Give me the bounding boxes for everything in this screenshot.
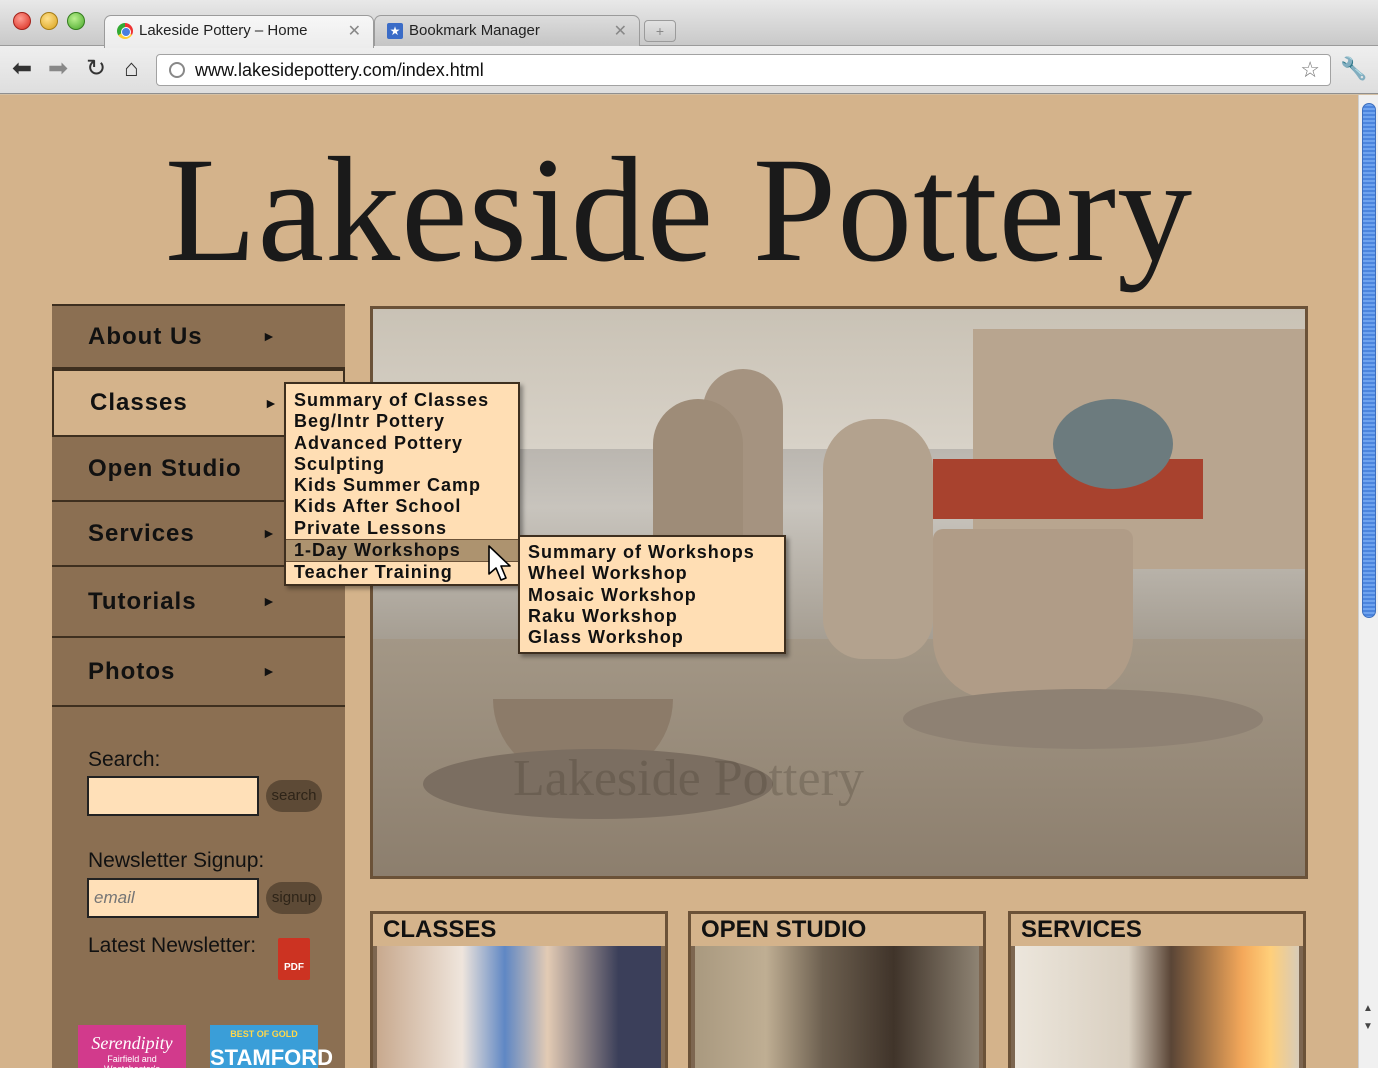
bookmark-star-icon[interactable]: ☆: [1300, 57, 1320, 83]
feature-services[interactable]: SERVICES: [1008, 911, 1306, 1068]
tab-title: Lakeside Pottery – Home: [139, 22, 308, 39]
nav-label: Photos: [88, 658, 176, 685]
wrench-menu-icon[interactable]: 🔧: [1340, 56, 1367, 82]
menu-item-kids-after-school[interactable]: Kids After School: [292, 496, 512, 517]
menu-item-advanced-pottery[interactable]: Advanced Pottery: [292, 433, 512, 454]
menu-item-beg-intr-pottery[interactable]: Beg/Intr Pottery: [292, 411, 512, 432]
scrollbar-thumb[interactable]: [1362, 103, 1376, 618]
browser-tab-bar: Lakeside Pottery – Home ✕ ★ Bookmark Man…: [0, 0, 1378, 48]
zoom-window-button[interactable]: [67, 12, 85, 30]
submenu-arrow-icon: ►: [262, 593, 277, 609]
address-bar[interactable]: www.lakesidepottery.com/index.html ☆: [156, 54, 1331, 86]
nav-item-about-us[interactable]: About Us ►: [52, 306, 345, 369]
feature-title: CLASSES: [373, 914, 665, 946]
signup-button[interactable]: signup: [266, 882, 322, 914]
url-text: www.lakesidepottery.com/index.html: [195, 60, 484, 80]
hero-watermark: Lakeside Pottery: [513, 750, 864, 807]
feature-classes[interactable]: CLASSES: [370, 911, 668, 1068]
back-arrow-icon[interactable]: ⬅: [12, 56, 32, 82]
pdf-icon[interactable]: PDF: [278, 938, 310, 980]
reload-icon[interactable]: ↻: [86, 56, 106, 82]
search-input[interactable]: [87, 776, 259, 816]
web-page: Lakeside Pottery About Us ► Classes ► Op…: [0, 95, 1358, 1068]
submenu-arrow-icon: ►: [262, 663, 277, 679]
tab-bookmark-manager[interactable]: ★ Bookmark Manager ✕: [374, 15, 640, 47]
menu-item-summary-of-workshops[interactable]: Summary of Workshops: [526, 542, 778, 563]
new-tab-button[interactable]: +: [644, 20, 676, 42]
feature-title: SERVICES: [1011, 914, 1303, 946]
close-tab-icon[interactable]: ✕: [348, 21, 361, 41]
menu-item-teacher-training[interactable]: Teacher Training: [292, 562, 512, 583]
browser-toolbar: ⬅ ➡ ↻ ⌂ www.lakesidepottery.com/index.ht…: [0, 46, 1378, 94]
tab-lakeside-pottery[interactable]: Lakeside Pottery – Home ✕: [104, 15, 374, 48]
email-field[interactable]: [87, 878, 259, 918]
search-label: Search:: [88, 748, 161, 771]
badge-subtitle: BEST OF GOLD: [230, 1029, 298, 1039]
feature-open-studio[interactable]: OPEN STUDIO: [688, 911, 986, 1068]
mouse-cursor-icon: [488, 545, 511, 581]
latest-newsletter-label: Latest Newsletter:: [88, 934, 257, 957]
nav-label: Services: [88, 520, 195, 547]
nav-item-photos[interactable]: Photos ►: [52, 638, 345, 707]
chrome-favicon-icon: [117, 23, 133, 39]
globe-icon: [169, 62, 185, 78]
close-tab-icon[interactable]: ✕: [614, 21, 627, 41]
submenu-arrow-icon: ►: [264, 395, 279, 411]
newsletter-label: Newsletter Signup:: [88, 849, 265, 872]
bookmark-star-favicon-icon: ★: [387, 23, 403, 39]
stamford-badge[interactable]: BEST OF GOLD STAMFORD: [210, 1025, 333, 1068]
scroll-up-arrow-icon[interactable]: ▲: [1363, 1003, 1373, 1014]
minimize-window-button[interactable]: [40, 12, 58, 30]
forward-arrow-icon[interactable]: ➡: [48, 56, 68, 82]
submenu-arrow-icon: ►: [262, 525, 277, 541]
nav-label: About Us: [88, 323, 203, 350]
menu-item-sculpting[interactable]: Sculpting: [292, 454, 512, 475]
feature-title: OPEN STUDIO: [691, 914, 983, 946]
menu-item-raku-workshop[interactable]: Raku Workshop: [526, 606, 778, 627]
home-icon[interactable]: ⌂: [124, 56, 139, 82]
badge-subtitle: Fairfield and Westchester's: [104, 1054, 160, 1068]
vertical-scrollbar[interactable]: ▲ ▼: [1358, 95, 1378, 1068]
submenu-arrow-icon: ►: [262, 328, 277, 344]
site-logo[interactable]: Lakeside Pottery: [0, 135, 1358, 285]
serendipity-badge[interactable]: Serendipity Fairfield and Westchester's: [78, 1025, 186, 1068]
badge-title: STAMFORD: [210, 1045, 334, 1068]
badge-title: Serendipity: [91, 1033, 173, 1053]
tab-title: Bookmark Manager: [409, 22, 540, 39]
workshops-submenu: Summary of Workshops Wheel Workshop Mosa…: [518, 535, 786, 654]
menu-item-kids-summer-camp[interactable]: Kids Summer Camp: [292, 475, 512, 496]
nav-label: Open Studio: [88, 455, 242, 482]
scroll-down-arrow-icon[interactable]: ▼: [1363, 1021, 1373, 1032]
menu-item-private-lessons[interactable]: Private Lessons: [292, 518, 512, 539]
nav-label: Tutorials: [88, 588, 197, 615]
classes-submenu: Summary of Classes Beg/Intr Pottery Adva…: [284, 382, 520, 586]
menu-item-mosaic-workshop[interactable]: Mosaic Workshop: [526, 585, 778, 606]
nav-label: Classes: [90, 389, 188, 416]
menu-item-1-day-workshops[interactable]: 1-Day Workshops: [286, 539, 518, 563]
menu-item-summary-of-classes[interactable]: Summary of Classes: [292, 390, 512, 411]
menu-item-wheel-workshop[interactable]: Wheel Workshop: [526, 563, 778, 584]
close-window-button[interactable]: [13, 12, 31, 30]
search-button[interactable]: search: [266, 780, 322, 812]
menu-item-glass-workshop[interactable]: Glass Workshop: [526, 627, 778, 648]
